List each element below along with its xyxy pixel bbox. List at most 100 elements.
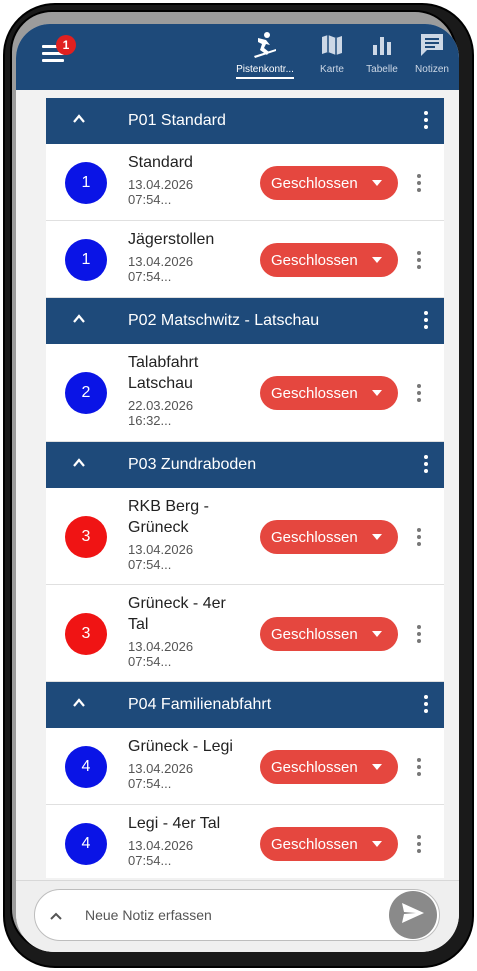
- caret-down-icon: [372, 390, 382, 396]
- status-dropdown[interactable]: Geschlossen: [260, 376, 398, 410]
- send-icon: [400, 901, 426, 930]
- slope-item[interactable]: 3 Grüneck - 4er Tal 13.04.2026 07:54... Gesc…: [46, 585, 444, 682]
- slope-date: 13.04.2026: [128, 542, 194, 557]
- group-header[interactable]: P04 Familienabfahrt: [46, 682, 444, 728]
- slope-name: Standard: [128, 154, 193, 171]
- note-placeholder: Neue Notiz erfassen: [85, 907, 212, 923]
- more-options-icon[interactable]: [424, 695, 428, 713]
- group-header[interactable]: P01 Standard: [46, 98, 444, 144]
- caret-down-icon: [372, 764, 382, 770]
- status-dropdown[interactable]: Geschlossen: [260, 166, 398, 200]
- difficulty-circle: 2: [65, 372, 107, 414]
- more-options-icon[interactable]: [417, 625, 421, 643]
- group-title: P03 Zundraboden: [128, 456, 257, 473]
- slope-name: Talabfahrt Latschau: [128, 354, 199, 392]
- status-label: Geschlossen: [271, 251, 358, 269]
- caret-down-icon: [372, 841, 382, 847]
- skier-icon: [252, 30, 278, 60]
- app-screen: 1 Pistenkontr... Karte Tabelle Notizen P…: [16, 24, 459, 952]
- more-options-icon[interactable]: [417, 758, 421, 776]
- more-options-icon[interactable]: [417, 835, 421, 853]
- slope-item[interactable]: 1 Jägerstollen 13.04.2026 07:54... Geschloss…: [46, 221, 444, 298]
- group-title: P02 Matschwitz - Latschau: [128, 312, 320, 329]
- group-header[interactable]: P03 Zundraboden: [46, 442, 444, 488]
- slope-name: RKB Berg - Grüneck: [128, 498, 209, 536]
- slope-name: Jägerstollen: [128, 231, 215, 248]
- bar-chart-icon: [371, 30, 393, 60]
- difficulty-circle: 4: [65, 746, 107, 788]
- chevron-up-icon[interactable]: [72, 312, 86, 331]
- status-dropdown[interactable]: Geschlossen: [260, 520, 398, 554]
- slope-date: 13.04.2026: [128, 761, 194, 776]
- status-dropdown[interactable]: Geschlossen: [260, 827, 398, 861]
- tab-tabelle[interactable]: Tabelle: [361, 30, 403, 86]
- caret-down-icon: [372, 257, 382, 263]
- tab-pistenkontrolle[interactable]: Pistenkontr...: [230, 30, 300, 86]
- tab-label: Tabelle: [366, 64, 398, 75]
- slope-time: 07:54...: [128, 192, 172, 207]
- group-header[interactable]: P02 Matschwitz - Latschau: [46, 298, 444, 344]
- slope-item[interactable]: 3 RKB Berg - Grüneck 13.04.2026 07:54... Ges…: [46, 488, 444, 585]
- slope-time: 16:32...: [128, 413, 172, 428]
- slope-item[interactable]: 4 Legi - 4er Tal 13.04.2026 07:54... Geschlo…: [46, 805, 444, 878]
- send-button[interactable]: [389, 891, 437, 939]
- tab-label: Notizen: [415, 64, 449, 75]
- note-input[interactable]: Neue Notiz erfassen: [34, 889, 440, 941]
- slope-date: 22.03.2026: [128, 398, 194, 413]
- tab-label: Pistenkontr...: [236, 64, 294, 79]
- slope-name: Grüneck - 4er Tal: [128, 595, 226, 633]
- chevron-up-icon[interactable]: [72, 456, 86, 475]
- difficulty-circle: 1: [65, 162, 107, 204]
- menu-icon-bar: [42, 59, 64, 62]
- more-options-icon[interactable]: [424, 311, 428, 329]
- slope-date: 13.04.2026: [128, 177, 194, 192]
- notification-badge[interactable]: 1: [56, 35, 76, 55]
- group-title: P01 Standard: [128, 112, 226, 129]
- slope-name: Legi - 4er Tal: [128, 815, 221, 832]
- slope-item[interactable]: 4 Grüneck - Legi 13.04.2026 07:54... Geschlo…: [46, 728, 444, 805]
- more-options-icon[interactable]: [417, 174, 421, 192]
- slope-list: P01 Standard 1 Standard 13.04.2026 07:54... G…: [46, 98, 444, 878]
- group-title: P04 Familienabfahrt: [128, 696, 272, 713]
- note-bar: Neue Notiz erfassen: [16, 880, 459, 952]
- tab-notizen[interactable]: Notizen: [410, 30, 454, 86]
- app-bar: 1 Pistenkontr... Karte Tabelle Notizen: [16, 24, 459, 90]
- more-options-icon[interactable]: [424, 455, 428, 473]
- caret-down-icon: [372, 180, 382, 186]
- slope-date: 13.04.2026: [128, 254, 194, 269]
- more-options-icon[interactable]: [424, 111, 428, 129]
- slope-time: 07:54...: [128, 853, 172, 868]
- caret-down-icon: [372, 534, 382, 540]
- status-dropdown[interactable]: Geschlossen: [260, 617, 398, 651]
- slope-item[interactable]: 2 Talabfahrt Latschau 22.03.2026 16:32... Ge…: [46, 344, 444, 442]
- slope-date: 13.04.2026: [128, 838, 194, 853]
- chevron-up-icon[interactable]: [72, 112, 86, 131]
- more-options-icon[interactable]: [417, 384, 421, 402]
- notes-icon: [419, 30, 445, 60]
- more-options-icon[interactable]: [417, 251, 421, 269]
- status-label: Geschlossen: [271, 625, 358, 643]
- difficulty-circle: 3: [65, 613, 107, 655]
- status-dropdown[interactable]: Geschlossen: [260, 243, 398, 277]
- status-label: Geschlossen: [271, 758, 358, 776]
- slope-time: 07:54...: [128, 557, 172, 572]
- slope-item[interactable]: 1 Standard 13.04.2026 07:54... Geschlossen: [46, 144, 444, 221]
- slope-time: 07:54...: [128, 269, 172, 284]
- slope-time: 07:54...: [128, 654, 172, 669]
- status-label: Geschlossen: [271, 528, 358, 546]
- slope-date: 13.04.2026: [128, 639, 194, 654]
- chevron-up-icon[interactable]: [72, 696, 86, 715]
- status-label: Geschlossen: [271, 174, 358, 192]
- caret-down-icon: [372, 631, 382, 637]
- status-label: Geschlossen: [271, 835, 358, 853]
- difficulty-circle: 3: [65, 516, 107, 558]
- more-options-icon[interactable]: [417, 528, 421, 546]
- tab-label: Karte: [320, 64, 344, 75]
- chevron-up-icon[interactable]: [49, 908, 63, 926]
- slope-name: Grüneck - Legi: [128, 738, 233, 755]
- difficulty-circle: 1: [65, 239, 107, 281]
- difficulty-circle: 4: [65, 823, 107, 865]
- status-dropdown[interactable]: Geschlossen: [260, 750, 398, 784]
- map-icon: [320, 30, 344, 60]
- tab-karte[interactable]: Karte: [312, 30, 352, 86]
